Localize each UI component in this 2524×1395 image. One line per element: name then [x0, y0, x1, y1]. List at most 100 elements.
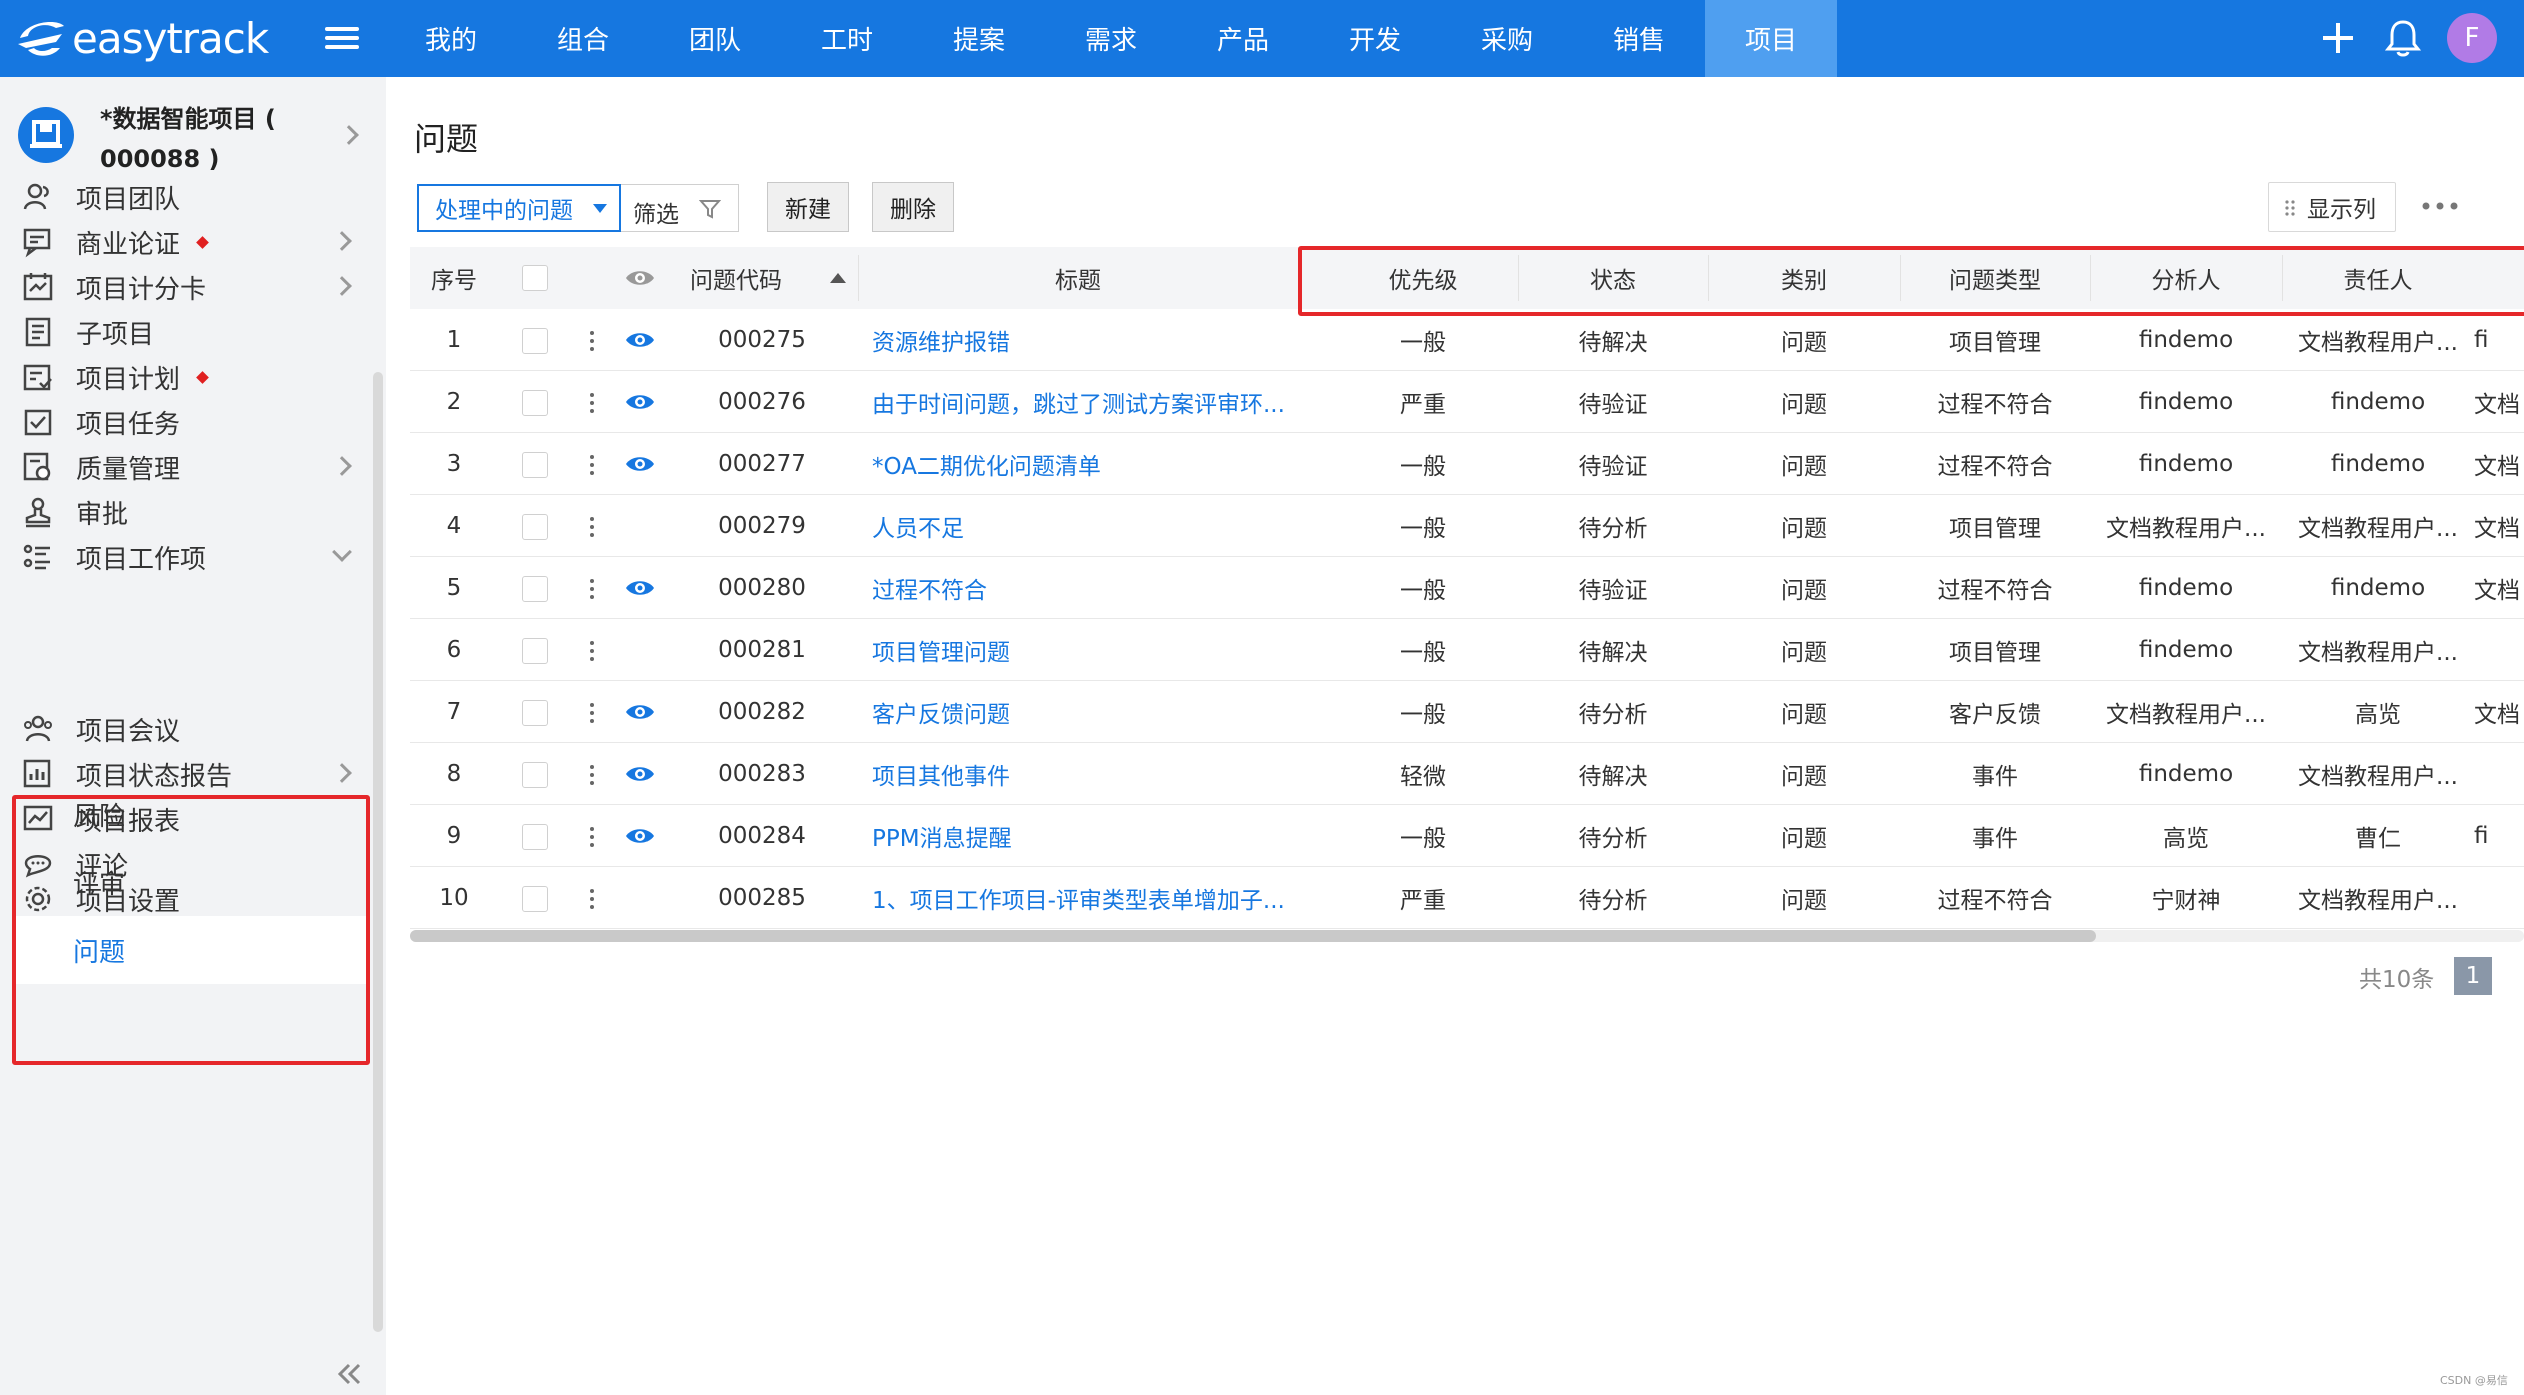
eye-icon[interactable] [625, 330, 655, 350]
issue-title-link[interactable]: *OA二期优化问题清单 [872, 433, 1302, 495]
nav-item[interactable]: 开发 [1309, 0, 1441, 77]
nav-item[interactable]: 我的 [385, 0, 517, 77]
horizontal-scrollbar[interactable] [410, 930, 2096, 942]
issue-title-link[interactable]: 资源维护报错 [872, 309, 1302, 371]
nav-item[interactable]: 组合 [517, 0, 649, 77]
row-checkbox[interactable] [522, 886, 548, 912]
row-actions-icon[interactable] [590, 331, 594, 351]
user-avatar[interactable]: F [2447, 13, 2497, 63]
nav-item[interactable]: 采购 [1441, 0, 1573, 77]
nav-item[interactable]: 项目 [1705, 0, 1837, 77]
table-row[interactable]: 3 000277 *OA二期优化问题清单 一般 待验证 问题 过程不符合 findemo fin… [410, 433, 2524, 495]
row-checkbox[interactable] [522, 824, 548, 850]
row-checkbox[interactable] [522, 514, 548, 540]
row-checkbox[interactable] [522, 762, 548, 788]
cell-analyst: 文档教程用户... [2106, 702, 2266, 728]
row-checkbox[interactable] [522, 576, 548, 602]
issue-title-link[interactable]: PPM消息提醒 [872, 805, 1302, 867]
chevron-down-icon [332, 542, 352, 562]
row-checkbox[interactable] [522, 700, 548, 726]
eye-icon[interactable] [625, 454, 655, 474]
table-row[interactable]: 6 000281 项目管理问题 一般 待解决 问题 项目管理 findemo 文档教程用户... [410, 619, 2524, 681]
view-select[interactable]: 处理中的问题 [417, 184, 621, 232]
issue-title-link[interactable]: 1、项目工作项目-评审类型表单增加子... [872, 867, 1302, 929]
show-columns-button[interactable]: 显示列 [2268, 182, 2396, 232]
filter-button[interactable]: 筛选 [621, 184, 739, 232]
nav-item[interactable]: 需求 [1045, 0, 1177, 77]
nav-item[interactable]: 工时 [781, 0, 913, 77]
nav-item[interactable]: 产品 [1177, 0, 1309, 77]
issue-title-link[interactable]: 项目其他事件 [872, 743, 1302, 805]
header-title[interactable]: 标题 [858, 247, 1298, 309]
cell-code: 000284 [718, 823, 806, 849]
row-actions-icon[interactable] [590, 517, 594, 537]
cell-priority: 一般 [1400, 578, 1446, 604]
delete-button[interactable]: 删除 [872, 182, 954, 232]
eye-icon[interactable] [625, 392, 655, 412]
table-row[interactable]: 2 000276 由于时间问题，跳过了测试方案评审环... 严重 待验证 问题 过程不符合 f… [410, 371, 2524, 433]
issue-title-link[interactable]: 人员不足 [872, 495, 1302, 557]
cell-priority: 一般 [1400, 640, 1446, 666]
row-checkbox[interactable] [522, 452, 548, 478]
row-actions-icon[interactable] [590, 393, 594, 413]
nav-item[interactable]: 销售 [1573, 0, 1705, 77]
issue-title-link[interactable]: 客户反馈问题 [872, 681, 1302, 743]
collapse-sidebar-icon[interactable] [335, 1362, 363, 1386]
cell-owner: 文档教程用户... [2298, 516, 2458, 542]
row-actions-icon[interactable] [590, 455, 594, 475]
table-row[interactable]: 5 000280 过程不符合 一般 待验证 问题 过程不符合 findemo findemo 文档 [410, 557, 2524, 619]
sidebar-scrollbar[interactable] [373, 372, 383, 1332]
issue-title-link[interactable]: 由于时间问题，跳过了测试方案评审环... [872, 371, 1302, 433]
row-actions-icon[interactable] [590, 579, 594, 599]
more-horizontal-icon[interactable] [2421, 201, 2459, 211]
row-actions-icon[interactable] [590, 827, 594, 847]
main-nav: 我的 组合 团队 工时 提案 需求 产品 开发 采购 销售 项目 [385, 0, 1837, 77]
table-row[interactable]: 7 000282 客户反馈问题 一般 待分析 问题 客户反馈 文档教程用户... 高览 文档 [410, 681, 2524, 743]
cell-overflow: 文档 [2474, 454, 2520, 480]
row-actions-icon[interactable] [590, 703, 594, 723]
cell-overflow: fi [2474, 823, 2489, 849]
top-nav-bar: easytrack 我的 组合 团队 工时 提案 需求 产品 开发 采购 销售 项目 F [0, 0, 2524, 77]
sidebar-item[interactable]: 项目工作项 [0, 527, 370, 587]
cell-status: 待验证 [1578, 392, 1648, 418]
scorecard-icon [23, 273, 53, 301]
table-row[interactable]: 9 000284 PPM消息提醒 一般 待分析 问题 事件 高览 曹仁 fi [410, 805, 2524, 867]
nav-item[interactable]: 提案 [913, 0, 1045, 77]
menu-toggle-icon[interactable] [325, 22, 359, 56]
eye-icon[interactable] [625, 764, 655, 784]
cell-status: 待解决 [1578, 330, 1648, 356]
issue-title-link[interactable]: 项目管理问题 [872, 619, 1302, 681]
row-checkbox[interactable] [522, 328, 548, 354]
issue-title-link[interactable]: 过程不符合 [872, 557, 1302, 619]
page-1-button[interactable]: 1 [2454, 957, 2492, 995]
logo[interactable]: easytrack [16, 10, 269, 66]
row-actions-icon[interactable] [590, 889, 594, 909]
row-actions-icon[interactable] [590, 765, 594, 785]
select-all-checkbox[interactable] [522, 265, 548, 291]
cell-index: 4 [446, 513, 462, 539]
cell-overflow [2474, 867, 2524, 929]
header-code[interactable]: 问题代码 [672, 247, 852, 309]
eye-icon[interactable] [625, 702, 655, 722]
nav-item[interactable]: 团队 [649, 0, 781, 77]
row-actions-icon[interactable] [590, 641, 594, 661]
attention-dot [196, 371, 209, 384]
eye-icon[interactable] [625, 578, 655, 598]
table-row[interactable]: 1 000275 资源维护报错 一般 待解决 问题 项目管理 findemo 文档教程用户...… [410, 309, 2524, 371]
cell-overflow: 文档 [2474, 392, 2520, 418]
new-button[interactable]: 新建 [767, 182, 849, 232]
cell-owner: findemo [2330, 451, 2426, 477]
sort-ascending-icon[interactable] [830, 273, 846, 283]
row-checkbox[interactable] [522, 390, 548, 416]
table-row[interactable]: 10 000285 1、项目工作项目-评审类型表单增加子... 严重 待分析 问题 过程不符… [410, 867, 2524, 929]
table-row[interactable]: 4 000279 人员不足 一般 待分析 问题 项目管理 文档教程用户... 文档教程用户...… [410, 495, 2524, 557]
cell-analyst: 文档教程用户... [2106, 516, 2266, 542]
cell-status: 待解决 [1578, 640, 1648, 666]
cell-owner: findemo [2330, 389, 2426, 415]
table-row[interactable]: 8 000283 项目其他事件 轻微 待解决 问题 事件 findemo 文档教程用户... [410, 743, 2524, 805]
cell-status: 待分析 [1578, 888, 1648, 914]
bell-icon[interactable] [2385, 18, 2421, 58]
plus-icon[interactable] [2320, 20, 2356, 56]
eye-icon[interactable] [625, 826, 655, 846]
row-checkbox[interactable] [522, 638, 548, 664]
